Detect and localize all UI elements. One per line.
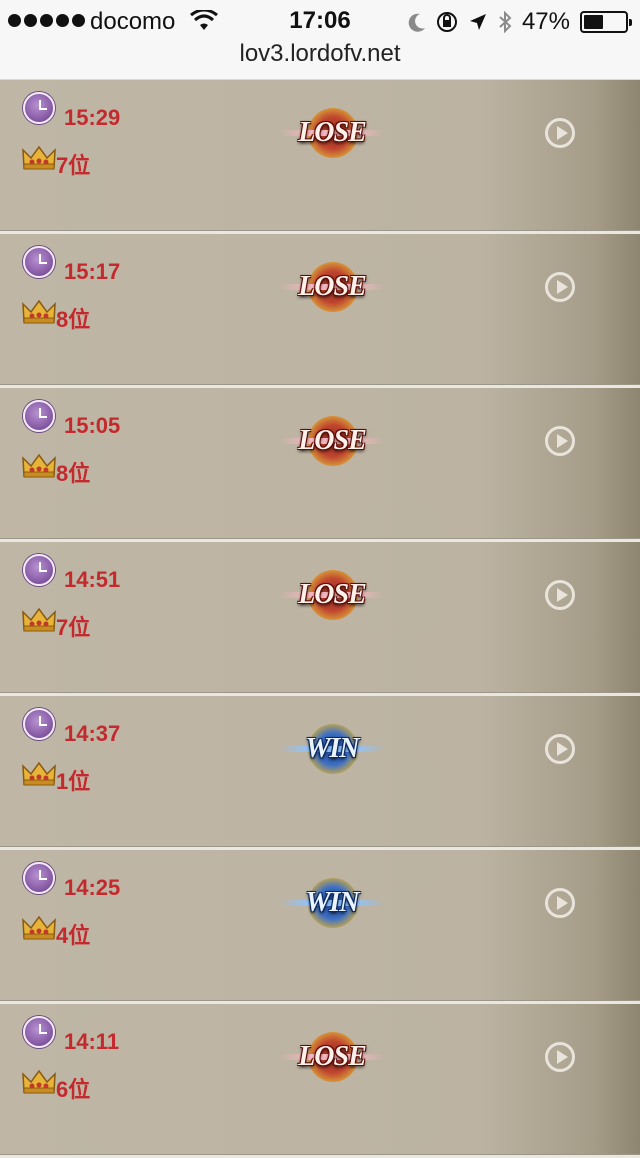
result-badge: LOSE [280, 260, 384, 314]
result-badge: WIN [280, 876, 384, 930]
match-time: 14:25 [64, 875, 121, 900]
result-label: LOSE [298, 1041, 367, 1072]
match-row[interactable]: 14:51 7位 LOSE [0, 542, 640, 696]
clock-icon [23, 246, 55, 278]
location-arrow-icon [469, 14, 486, 30]
match-rank: 1位 [56, 769, 91, 794]
result-badge: LOSE [280, 414, 384, 468]
bluetooth-icon [499, 11, 512, 33]
match-rank: 7位 [56, 153, 91, 178]
match-time: 14:11 [64, 1029, 120, 1054]
match-rank: 8位 [56, 307, 91, 332]
result-label: LOSE [298, 117, 367, 148]
play-icon[interactable] [545, 426, 575, 456]
match-time: 15:05 [64, 413, 121, 438]
match-time: 15:17 [64, 259, 121, 284]
play-icon[interactable] [545, 1042, 575, 1072]
result-label: WIN [305, 733, 359, 764]
battery-percent: 47% [521, 8, 570, 35]
match-time: 15:29 [64, 105, 121, 130]
play-icon[interactable] [545, 272, 575, 302]
clock-icon [23, 400, 55, 432]
result-label: WIN [305, 887, 359, 918]
status-row: docomo 17:06 47% [0, 4, 640, 40]
match-rank: 4位 [56, 923, 91, 948]
crown-icon [22, 760, 56, 786]
address-bar-url[interactable]: lov3.lordofv.net [0, 40, 640, 68]
moon-icon [408, 13, 425, 32]
status-right-icons: 47% [408, 8, 632, 36]
result-badge: WIN [280, 722, 384, 776]
crown-icon [22, 144, 56, 170]
result-label: LOSE [298, 425, 367, 456]
status-bar: docomo 17:06 47% lov3.lordofv.net [0, 0, 640, 80]
crown-icon [22, 452, 56, 478]
clock-icon [23, 708, 55, 740]
play-icon[interactable] [545, 888, 575, 918]
result-badge: LOSE [280, 568, 384, 622]
crown-icon [22, 914, 56, 940]
match-row[interactable]: 15:29 7位 LOSE [0, 80, 640, 234]
clock-icon [23, 92, 55, 124]
play-icon[interactable] [545, 734, 575, 764]
match-row[interactable]: 15:17 8位 LOSE [0, 234, 640, 388]
result-label: LOSE [298, 271, 367, 302]
match-time: 14:51 [64, 567, 121, 592]
match-row[interactable]: 14:37 1位 WIN [0, 696, 640, 850]
battery-icon [580, 11, 632, 33]
match-row[interactable]: 15:05 8位 LOSE [0, 388, 640, 542]
crown-icon [22, 298, 56, 324]
crown-icon [22, 1068, 56, 1094]
clock-icon [23, 862, 55, 894]
clock-icon [23, 1016, 55, 1048]
match-time: 14:37 [64, 721, 121, 746]
match-rank: 8位 [56, 461, 91, 486]
result-label: LOSE [298, 579, 367, 610]
match-row[interactable]: 14:11 6位 LOSE [0, 1004, 640, 1158]
match-row[interactable]: 14:25 4位 WIN [0, 850, 640, 1004]
result-badge: LOSE [280, 106, 384, 160]
rotation-lock-icon [436, 12, 457, 32]
match-history-list: 15:29 7位 LOSE 15:17 8位 LOSE 15:05 8位 LOSE 14:51 7位… [0, 80, 640, 1158]
play-icon[interactable] [545, 118, 575, 148]
match-rank: 6位 [56, 1077, 91, 1102]
play-icon[interactable] [545, 580, 575, 610]
crown-icon [22, 606, 56, 632]
clock-icon [23, 554, 55, 586]
result-badge: LOSE [280, 1030, 384, 1084]
match-rank: 7位 [56, 615, 91, 640]
